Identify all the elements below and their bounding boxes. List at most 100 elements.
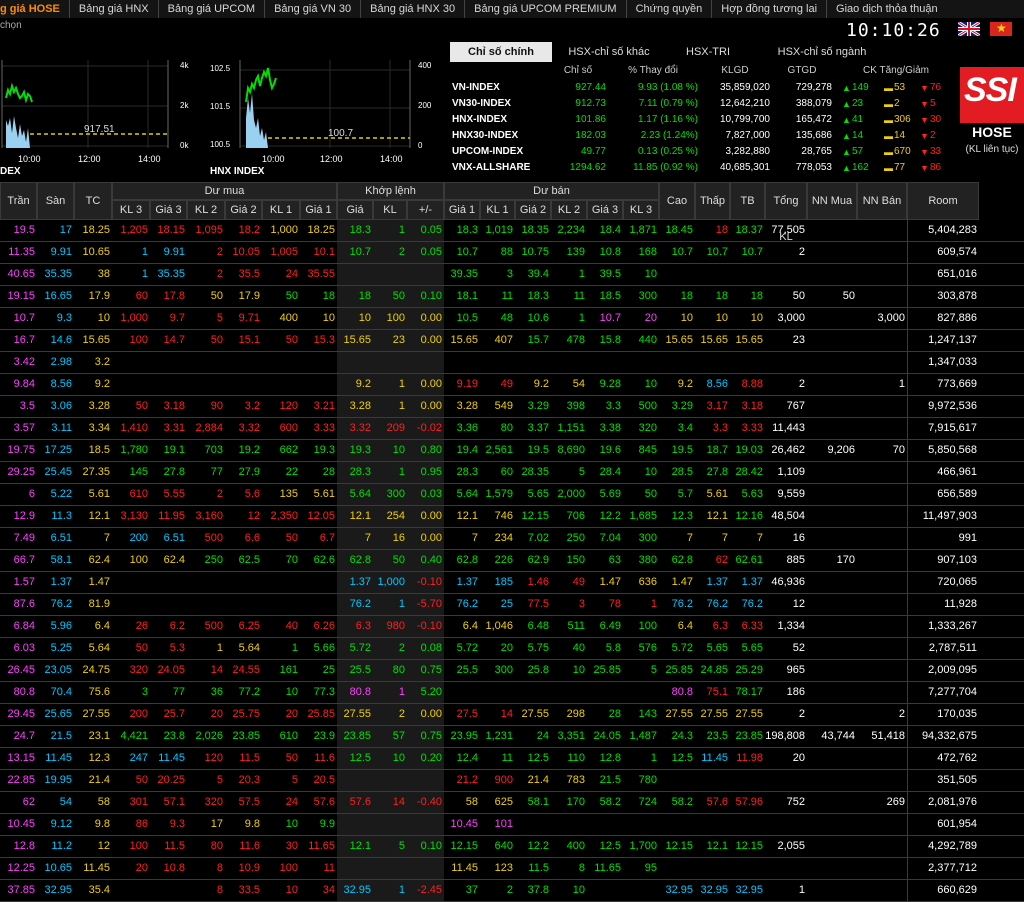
cell-16: 12.2 (599, 510, 621, 522)
column-header[interactable]: Giá 1 (444, 200, 480, 220)
column-header[interactable]: KL 3 (623, 200, 659, 220)
tab-main-indices[interactable]: Chỉ số chính (450, 42, 552, 62)
index-gtgd: 388,079 (795, 98, 832, 109)
index-row[interactable]: UPCOM-INDEX 49.77 0.13 (0.25 %) 3,282,880 28… (450, 144, 958, 160)
stock-row[interactable]: 3.57 3.11 3.34 1,410 3.31 2,884 3.32 600 3.33 3.3… (0, 418, 1024, 440)
column-header[interactable]: KL 3 (112, 200, 150, 220)
stock-row[interactable]: 37.85 32.95 35.4 8 33.5 10 34 32.95 1 -2.45 37 2 37.… (0, 880, 1024, 902)
column-header[interactable]: TC (74, 182, 112, 220)
cell-18: 18 (680, 290, 693, 302)
stock-row[interactable]: 6 5.22 5.61 610 5.55 2 5.6 135 5.61 5.64 300 0.03 5.… (0, 484, 1024, 506)
nav-item[interactable]: Bảng giá UPCOM (157, 0, 264, 18)
column-header[interactable]: Sàn (37, 182, 74, 220)
cell-17 (623, 814, 659, 835)
cell-3: 100 (129, 334, 148, 346)
cell-1: 3.11 (51, 422, 72, 434)
stock-row[interactable]: 10.7 9.3 10 1,000 9.7 5 9.71 400 10 10 100 0.00 10.5… (0, 308, 1024, 330)
column-header[interactable]: KL 1 (262, 200, 300, 220)
cell-11: 0.00 (420, 532, 442, 544)
cell-0: 13.15 (7, 752, 35, 764)
stock-row[interactable]: 66.7 58.1 62.4 100 62.4 250 62.5 70 62.6 62.8 50 0.… (0, 550, 1024, 572)
stock-row[interactable]: 87.6 76.2 81.9 76.2 1 -5.70 76.2 25 77.5 3 78 1 76.2… (0, 594, 1024, 616)
column-header[interactable]: Giá (337, 200, 373, 220)
stock-row[interactable]: 7.49 6.51 7 200 6.51 500 6.6 50 6.7 7 16 0.00 7 234 7.… (0, 528, 1024, 550)
stock-row[interactable]: 22.85 19.95 21.4 50 20.25 5 20.3 5 20.5 21.2 900 21… (0, 770, 1024, 792)
column-header[interactable]: Cao (659, 182, 695, 220)
column-header[interactable]: NN Bán (857, 182, 907, 220)
index-row[interactable]: VN-INDEX 927.44 9.93 (1.08 %) 35,859,020 729… (450, 80, 958, 96)
column-header[interactable]: Tổng KL (765, 182, 807, 243)
cell-11: 0.10 (420, 840, 442, 852)
stock-row[interactable]: 12.8 11.2 12 100 11.5 80 11.6 30 11.65 12.1 5 0.10 1… (0, 836, 1024, 858)
column-header[interactable]: KL 2 (551, 200, 587, 220)
nav-item[interactable]: Bảng giá HNX (68, 0, 158, 18)
vietnamese-flag-icon[interactable]: ★ (990, 21, 1012, 36)
english-flag-icon[interactable] (958, 22, 980, 36)
stock-row[interactable]: 80.8 70.4 75.6 3 77 36 77.2 10 77.3 80.8 1 5.20 80.8… (0, 682, 1024, 704)
column-header[interactable]: +/- (407, 200, 444, 220)
index-row[interactable]: VNX-ALLSHARE 1294.62 11.85 (0.92 %) 40,685,… (450, 160, 958, 176)
selector-label[interactable]: chọn (0, 20, 22, 31)
column-header[interactable]: KL 1 (480, 200, 515, 220)
stock-row[interactable]: 62 54 58 301 57.1 320 57.5 24 57.6 57.6 14 -0.40 58 6… (0, 792, 1024, 814)
stock-row[interactable]: 1.57 1.37 1.47 1.37 1,000 -0.10 1.37 185 1.46 49 1… (0, 572, 1024, 594)
stock-row[interactable]: 3.5 3.06 3.28 50 3.18 90 3.2 120 3.21 3.28 1 0.00 3.… (0, 396, 1024, 418)
column-header[interactable]: KL 2 (187, 200, 225, 220)
column-header[interactable]: Giá 2 (515, 200, 551, 220)
index-row[interactable]: HNX30-INDEX 182.03 2.23 (1.24%) 7,827,000 13… (450, 128, 958, 144)
index-row[interactable]: HNX-INDEX 101.86 1.17 (1.16 %) 10,799,700 16… (450, 112, 958, 128)
column-header[interactable]: Giá 2 (225, 200, 262, 220)
stock-row[interactable]: 26.45 23.05 24.75 320 24.05 14 24.55 161 25 25.5 8… (0, 660, 1024, 682)
cell-9: 3.28 (349, 400, 371, 412)
cell-3 (112, 594, 150, 615)
tab-hsx-tri[interactable]: HSX-TRI (668, 42, 748, 62)
stock-row[interactable]: 24.7 21.5 23.1 4,421 23.8 2,026 23.85 610 23.9 23… (0, 726, 1024, 748)
column-header[interactable]: KL (373, 200, 407, 220)
column-header[interactable]: TB (730, 182, 765, 220)
stock-row[interactable]: 29.25 25.45 27.35 145 27.8 77 27.9 22 28 28.3 1 0.9… (0, 462, 1024, 484)
column-header[interactable]: Trần (0, 182, 37, 220)
nav-item[interactable]: g giá HOSE (0, 0, 69, 18)
stock-row[interactable]: 10.45 9.12 9.8 86 9.3 17 9.8 10 9.9 10.45 101 601,9… (0, 814, 1024, 836)
index-row[interactable]: VN30-INDEX 912.73 7.11 (0.79 %) 12,642,210 3… (450, 96, 958, 112)
cell-17: 168 (638, 246, 657, 258)
stock-row[interactable]: 13.15 11.45 12.3 247 11.45 120 11.5 50 11.6 12.5 1… (0, 748, 1024, 770)
stock-row[interactable]: 40.65 35.35 38 1 35.35 2 35.5 24 35.55 39.35 3 39.4… (0, 264, 1024, 286)
nav-item[interactable]: Bảng giá VN 30 (264, 0, 360, 18)
stock-row[interactable]: 19.15 16.65 17.9 60 17.8 50 17.9 50 18 18 50 0.10 18… (0, 286, 1024, 308)
cell-6: 3.32 (238, 422, 260, 434)
column-header[interactable]: Giá 1 (300, 200, 337, 220)
stock-row[interactable]: 19.5 17 18.25 1,205 18.15 1,095 18.2 1,000 18.25… (0, 220, 1024, 242)
stock-row[interactable]: 3.42 2.98 3.2 1,347,033 (0, 352, 1024, 374)
stock-row[interactable]: 11.35 9.91 10.65 1 9.91 2 10.05 1,005 10.1 10.7 2 0… (0, 242, 1024, 264)
column-header[interactable]: NN Mua (807, 182, 857, 220)
stock-row[interactable]: 6.03 5.25 5.64 50 5.3 1 5.64 1 5.66 5.72 2 0.08 5.72… (0, 638, 1024, 660)
cell-1: 58.1 (50, 554, 72, 566)
nav-item[interactable]: Chứng quyền (625, 0, 712, 18)
tab-hsx-sector[interactable]: HSX-chỉ số ngành (752, 42, 892, 62)
cell-11: 5.20 (420, 686, 442, 698)
cell-12: 18.3 (456, 224, 478, 236)
stock-row[interactable]: 19.75 17.25 18.5 1,780 19.1 703 19.2 662 19.3 19.… (0, 440, 1024, 462)
nav-item[interactable]: Bảng giá HNX 30 (360, 0, 464, 18)
column-header[interactable]: Giá 3 (587, 200, 623, 220)
stock-row[interactable]: 16.7 14.6 15.65 100 14.7 50 15.1 50 15.3 15.65 23 0… (0, 330, 1024, 352)
cell-5: 14 (210, 664, 223, 676)
stock-row[interactable]: 6.84 5.96 6.4 26 6.2 500 6.25 40 6.26 6.3 980 -0.10… (0, 616, 1024, 638)
column-header[interactable]: Giá 3 (150, 200, 187, 220)
nav-item[interactable]: Bảng giá UPCOM PREMIUM (464, 0, 625, 18)
cell-14 (515, 682, 551, 703)
cell-18 (659, 352, 695, 373)
stock-row[interactable]: 29.45 25.65 27.55 200 25.7 20 25.75 20 25.85 27.5… (0, 704, 1024, 726)
tab-hsx-other[interactable]: HSX-chỉ số khác (554, 42, 664, 62)
stock-row[interactable]: 12.9 11.3 12.1 3,130 11.95 3,160 12 2,350 12.05 1… (0, 506, 1024, 528)
nav-item[interactable]: Hợp đồng tương lai (711, 0, 826, 18)
nav-item[interactable]: Giao dịch thỏa thuận (826, 0, 947, 18)
column-header[interactable]: Room (907, 182, 979, 220)
arrow-up-icon: ▲ (842, 163, 851, 173)
stock-row[interactable]: 9.84 8.56 9.2 9.2 1 0.00 9.19 49 9.2 54 9.28 10 9.2 8… (0, 374, 1024, 396)
column-header[interactable]: Thấp (695, 182, 730, 220)
stock-row[interactable]: 12.25 10.65 11.45 20 10.8 8 10.9 100 11 11.45 123 1… (0, 858, 1024, 880)
cell-0: 3.57 (13, 422, 35, 434)
index-down-count: 2 (930, 130, 936, 141)
